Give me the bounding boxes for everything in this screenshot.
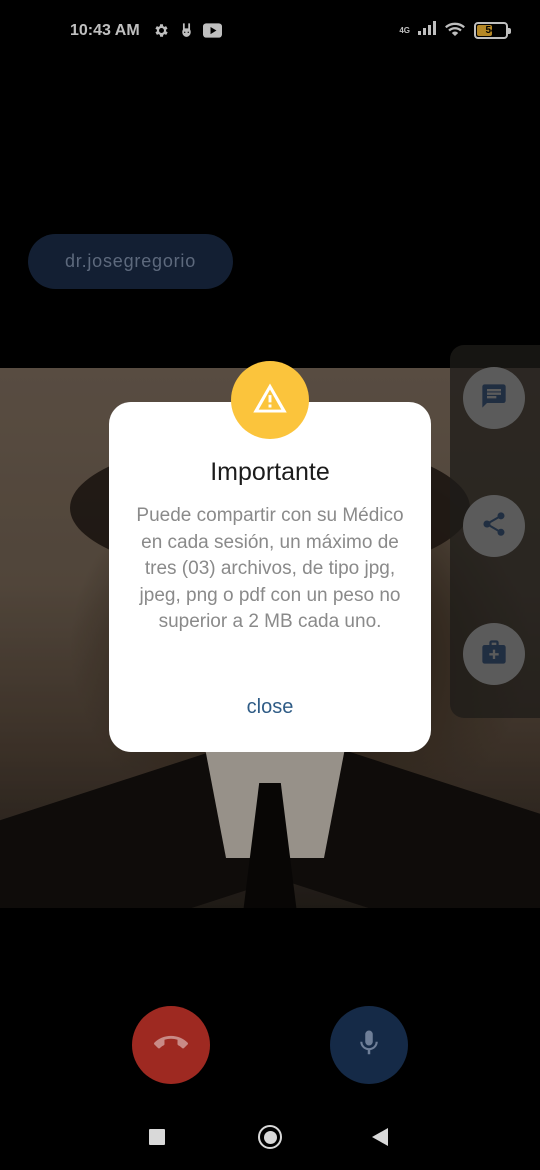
dialog-badge	[231, 361, 309, 439]
mute-microphone-button[interactable]	[330, 1006, 408, 1084]
back-icon[interactable]	[372, 1128, 388, 1146]
microphone-icon	[354, 1028, 384, 1063]
end-call-icon	[154, 1026, 188, 1065]
dialog-title: Importante	[210, 458, 330, 486]
dialog-message: Puede compartir con su Médico en cada se…	[136, 505, 404, 632]
end-call-button[interactable]	[132, 1006, 210, 1084]
dialog-close-button[interactable]: close	[219, 690, 321, 724]
warning-icon	[252, 382, 288, 419]
recents-icon[interactable]	[149, 1129, 165, 1145]
home-icon[interactable]	[258, 1125, 282, 1149]
